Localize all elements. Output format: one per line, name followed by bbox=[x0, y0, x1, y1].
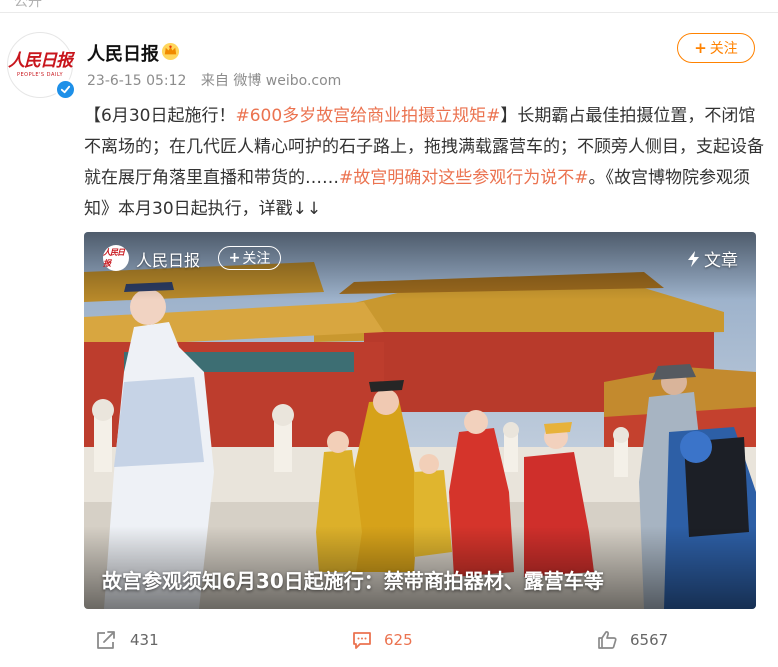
lightning-icon bbox=[688, 250, 699, 267]
author-name[interactable]: 人民日报 bbox=[87, 40, 159, 66]
article-card[interactable]: 人民日报 人民日报 + 关注 文章 故宫参观须知6月30日起施行：禁带商拍器材、… bbox=[84, 232, 756, 609]
article-title[interactable]: 故宫参观须知6月30日起施行：禁带商拍器材、露营车等 bbox=[102, 565, 604, 594]
post-text-segment: 【6月30日起施行！ bbox=[84, 106, 236, 126]
topic-link-commercial-shooting[interactable]: #600多岁故宫给商业拍摄立规矩# bbox=[235, 106, 500, 126]
verified-badge-icon bbox=[55, 79, 76, 100]
article-cover-image bbox=[84, 232, 756, 609]
card-follow-label: 关注 bbox=[242, 251, 271, 267]
top-divider bbox=[0, 12, 778, 13]
article-tag: 文章 bbox=[687, 246, 738, 271]
comment-count: 625 bbox=[384, 631, 413, 649]
card-author-name[interactable]: 人民日报 bbox=[136, 247, 200, 271]
plus-icon: + bbox=[694, 39, 707, 57]
follow-button-label: 关注 bbox=[709, 41, 738, 57]
plus-icon: + bbox=[228, 250, 241, 266]
thumbs-up-icon bbox=[598, 631, 617, 649]
avatar-logo-subtext: PEOPLE'S DAILY bbox=[16, 72, 64, 78]
post-meta: 23-6-15 05:12 来自 微博 weibo.com bbox=[87, 70, 351, 90]
card-author-avatar[interactable]: 人民日报 bbox=[103, 245, 129, 271]
card-follow-button[interactable]: + 关注 bbox=[218, 246, 281, 270]
like-count: 6567 bbox=[630, 631, 669, 649]
repost-icon bbox=[97, 631, 115, 649]
top-cut-text: 公开 bbox=[14, 0, 42, 10]
comment-button[interactable]: 625 bbox=[352, 620, 413, 660]
follow-button[interactable]: + 关注 bbox=[677, 33, 755, 63]
article-tag-label: 文章 bbox=[704, 251, 738, 271]
comment-icon bbox=[353, 631, 371, 649]
action-bar: 431 625 6567 bbox=[0, 620, 778, 660]
crown-badge-icon bbox=[161, 42, 180, 61]
topic-link-forbidden-behaviors[interactable]: #故宫明确对这些参观行为说不# bbox=[339, 168, 589, 188]
avatar-logo-text: 人民日报 bbox=[8, 51, 73, 71]
post-source: 来自 微博 weibo.com bbox=[200, 73, 342, 89]
like-button[interactable]: 6567 bbox=[597, 620, 668, 660]
repost-button[interactable]: 431 bbox=[96, 620, 159, 660]
repost-count: 431 bbox=[130, 631, 159, 649]
post-text: 【6月30日起施行！#600多岁故宫给商业拍摄立规矩#】长期霸占最佳拍摄位置，不… bbox=[84, 101, 764, 225]
card-avatar-logo-text: 人民日报 bbox=[103, 247, 125, 268]
post-timestamp[interactable]: 23-6-15 05:12 bbox=[87, 73, 186, 89]
